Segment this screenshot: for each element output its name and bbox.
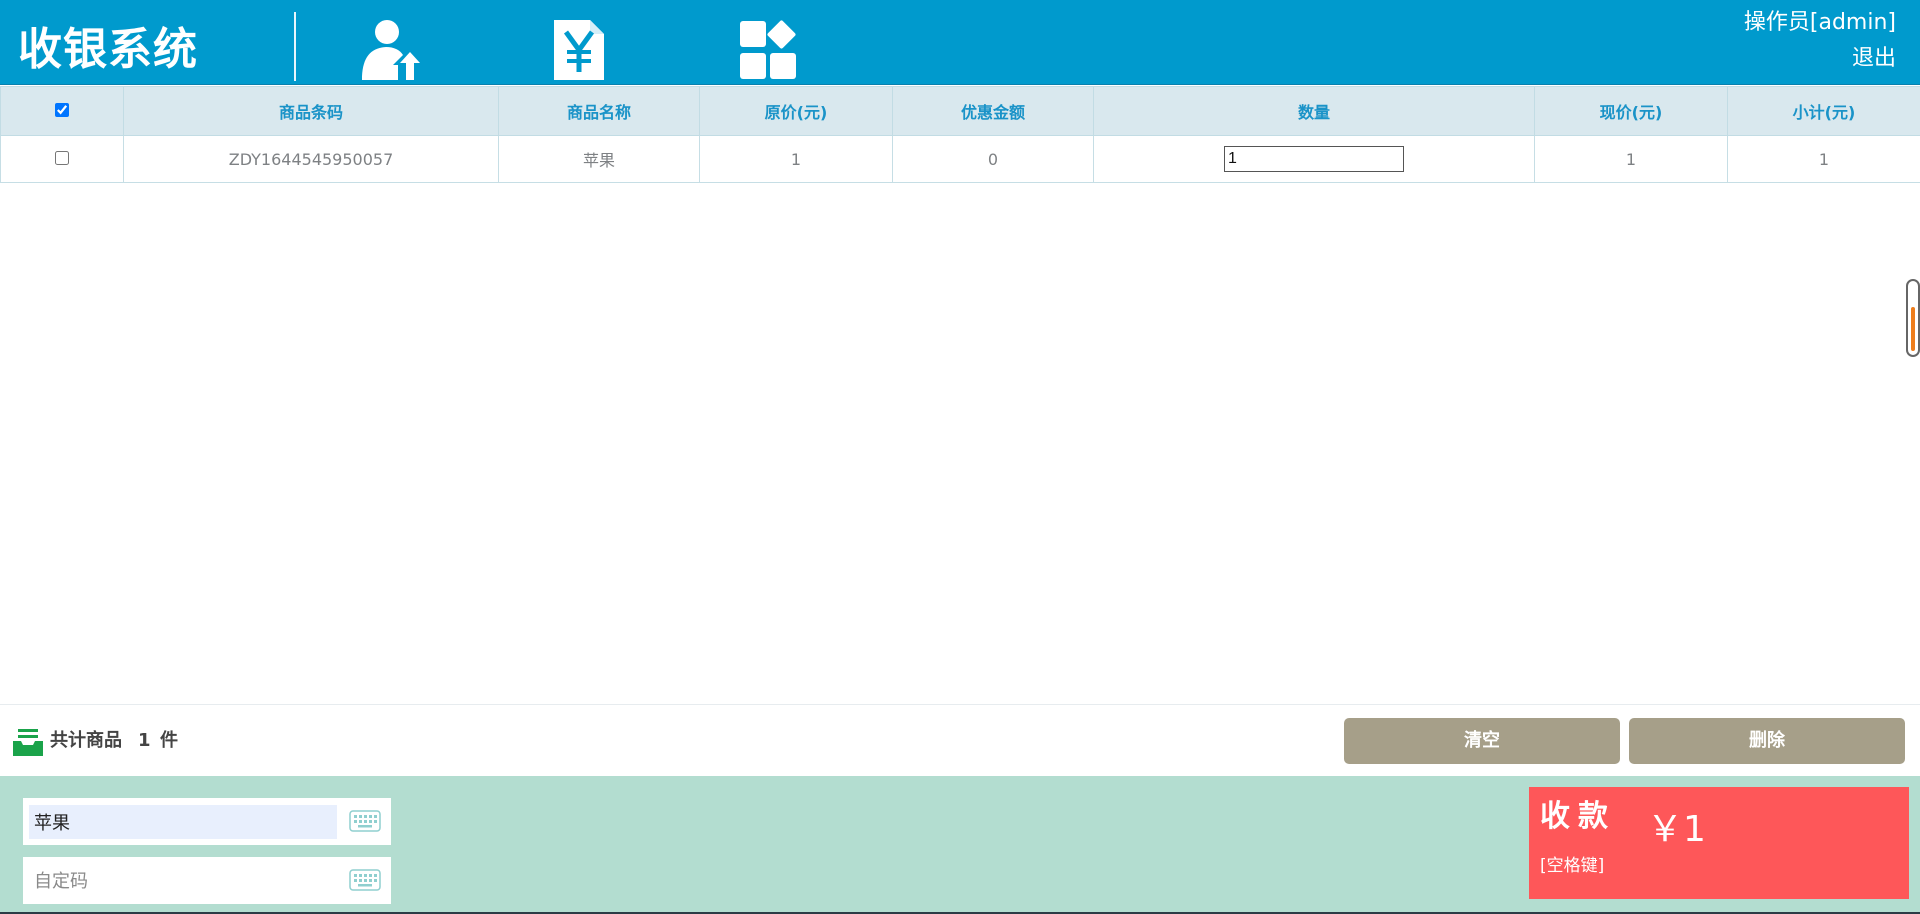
column-header-subtotal: 小计(元) xyxy=(1727,86,1920,136)
column-header-discount: 优惠金额 xyxy=(892,86,1094,136)
checkout-title: 收款 xyxy=(1540,799,1616,834)
column-header-current-price: 现价(元) xyxy=(1534,86,1728,136)
checkout-amount: ￥1 xyxy=(1647,809,1706,850)
checkout-button[interactable]: 收款 ￥1 [空格键] xyxy=(1529,787,1909,899)
vertical-scrollbar[interactable] xyxy=(1906,279,1920,357)
scrollbar-thumb[interactable] xyxy=(1911,307,1915,351)
cell-name: 苹果 xyxy=(498,135,700,183)
header-divider xyxy=(294,12,296,81)
custom-code-input[interactable] xyxy=(29,864,337,898)
search-field xyxy=(23,798,391,845)
column-header-original-price: 原价(元) xyxy=(699,86,893,136)
product-search-input[interactable] xyxy=(29,805,337,839)
column-header-quantity: 数量 xyxy=(1093,86,1535,136)
cell-quantity xyxy=(1093,135,1535,183)
apps-grid-icon[interactable] xyxy=(734,18,802,82)
table-header-row: 商品条码 商品名称 原价(元) 优惠金额 数量 现价(元) 小计(元) xyxy=(0,86,1920,136)
summary-bar: 共计商品 1 件 清空 删除 xyxy=(0,704,1920,776)
keyboard-icon[interactable] xyxy=(349,810,381,832)
cell-original-price: 1 xyxy=(699,135,893,183)
total-count: 1 xyxy=(138,730,151,751)
yen-document-icon[interactable] xyxy=(546,18,614,82)
delete-button[interactable]: 删除 xyxy=(1629,718,1905,764)
select-all-checkbox[interactable] xyxy=(55,102,69,117)
inbox-tray-icon xyxy=(12,727,44,757)
row-checkbox[interactable] xyxy=(55,150,69,165)
cell-discount: 0 xyxy=(892,135,1094,183)
column-header-barcode: 商品条码 xyxy=(123,86,499,136)
table-row[interactable]: ZDY1644545950057 苹果 1 0 1 1 xyxy=(0,135,1920,183)
cell-subtotal: 1 xyxy=(1727,135,1920,183)
logout-link[interactable]: 退出 xyxy=(1852,46,1896,72)
column-header-name: 商品名称 xyxy=(498,86,700,136)
total-label: 共计商品 xyxy=(50,730,122,751)
total-unit: 件 xyxy=(160,730,178,751)
operator-label: 操作员[admin] xyxy=(1743,10,1896,35)
keyboard-icon[interactable] xyxy=(349,869,381,891)
select-all-cell xyxy=(0,86,124,136)
checkout-shortcut-hint: [空格键] xyxy=(1540,856,1605,876)
custom-code-field xyxy=(23,857,391,904)
user-upload-icon[interactable] xyxy=(356,18,424,82)
clear-button[interactable]: 清空 xyxy=(1344,718,1620,764)
quantity-input[interactable] xyxy=(1224,146,1404,172)
bottom-panel: 收款 ￥1 [空格键] xyxy=(0,776,1920,914)
cell-current-price: 1 xyxy=(1534,135,1728,183)
cell-barcode: ZDY1644545950057 xyxy=(123,135,499,183)
row-select-cell xyxy=(0,135,124,183)
app-title: 收银系统 xyxy=(18,24,198,75)
cart-table: 商品条码 商品名称 原价(元) 优惠金额 数量 现价(元) 小计(元) ZDY1… xyxy=(0,86,1920,183)
top-header: 收银系统 操作员[admin] 退出 xyxy=(0,0,1920,85)
